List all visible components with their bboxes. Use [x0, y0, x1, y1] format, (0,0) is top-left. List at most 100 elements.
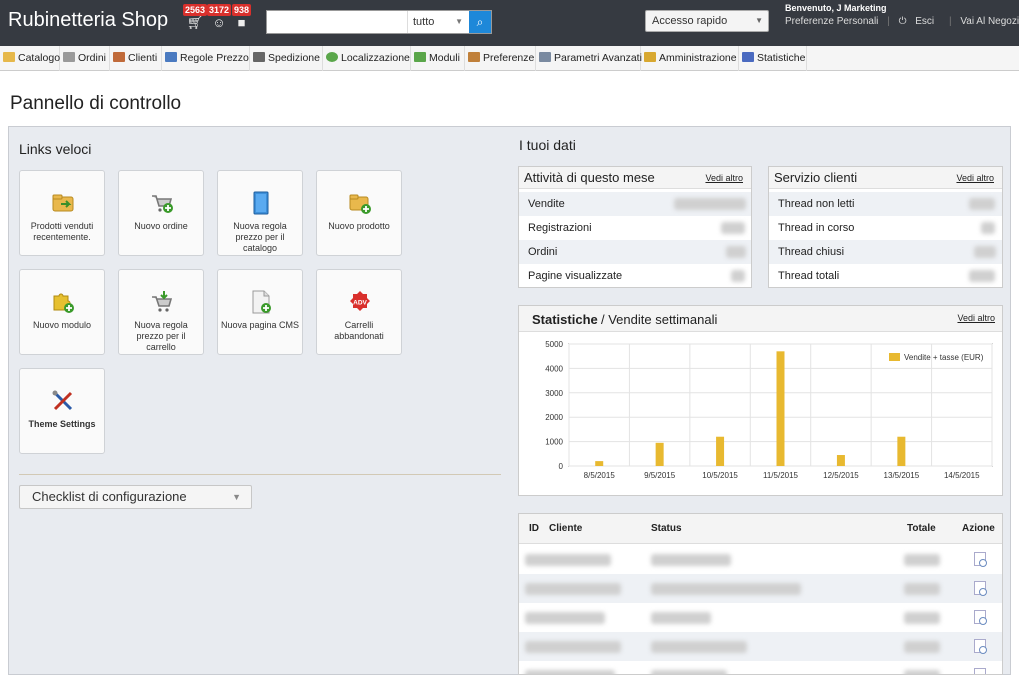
monthly-activity-more-link[interactable]: Vedi altro	[705, 167, 743, 189]
view-order-icon[interactable]	[974, 668, 986, 674]
menu-item-moduli[interactable]: Moduli	[411, 46, 465, 71]
table-row[interactable]	[519, 545, 1002, 574]
menu-item-regole-prezzo[interactable]: Regole Prezzo	[162, 46, 250, 71]
blurred-total	[904, 670, 940, 674]
tile-new-order[interactable]: Nuovo ordine	[118, 170, 204, 256]
menu-item-amministrazione[interactable]: Amministrazione	[641, 46, 739, 71]
stat-label: Vendite	[528, 198, 565, 210]
customer-service-more-link[interactable]: Vedi altro	[956, 167, 994, 189]
y-tick-label: 2000	[545, 413, 563, 422]
view-order-icon[interactable]	[974, 581, 987, 596]
checklist-label: Checklist di configurazione	[32, 489, 187, 504]
tile-new-product[interactable]: Nuovo prodotto	[316, 170, 402, 256]
messages-notification[interactable]: 938 ■	[232, 4, 252, 30]
chevron-down-icon: ▼	[455, 17, 463, 26]
tile-new-cart-rule[interactable]: Nuova regola prezzo per il carrello	[118, 269, 204, 355]
view-order-icon[interactable]	[974, 610, 987, 625]
menu-item-catalogo[interactable]: Catalogo	[0, 46, 60, 71]
user-name: J Marketing	[836, 3, 887, 13]
menu-item-parametri-avanzati[interactable]: Parametri Avanzati	[536, 46, 642, 71]
column-action: Azione	[962, 523, 995, 534]
tile-label: Nuova pagina CMS	[220, 320, 300, 330]
stat-row-orders: Ordini	[519, 240, 751, 264]
bar	[836, 455, 845, 466]
bar	[595, 461, 604, 466]
tile-new-module[interactable]: Nuovo modulo	[19, 269, 105, 355]
price-rule-icon	[165, 52, 177, 62]
x-tick-label: 9/5/2015	[644, 471, 676, 480]
menu-label: Preferenze	[483, 52, 535, 64]
menu-label: Moduli	[429, 52, 460, 64]
stat-label: Thread non letti	[778, 198, 855, 210]
table-row[interactable]	[519, 603, 1002, 632]
table-row[interactable]	[519, 632, 1002, 661]
view-order-icon[interactable]	[974, 639, 987, 654]
blurred-total	[904, 641, 940, 653]
menu-item-localizzazione[interactable]: Localizzazione	[323, 46, 411, 71]
bar	[716, 436, 725, 466]
view-order-icon[interactable]	[974, 552, 987, 567]
menu-item-spedizione[interactable]: Spedizione	[250, 46, 323, 71]
logout-link[interactable]: ⏻ Esci	[899, 16, 941, 27]
recent-orders-table: ID Cliente Status Totale Azione	[518, 513, 1003, 675]
tile-label: Prodotti venduti recentemente.	[30, 221, 94, 242]
tile-recent-products[interactable]: Prodotti venduti recentemente.	[19, 170, 105, 256]
menu-label: Amministrazione	[659, 52, 737, 64]
blurred-value	[726, 246, 746, 258]
folder-icon	[3, 52, 15, 62]
chart-more-link[interactable]: Vedi altro	[957, 313, 995, 323]
stat-label: Thread chiusi	[778, 246, 845, 258]
tile-label: Nuovo prodotto	[328, 221, 390, 231]
quick-access-label: Accesso rapido	[652, 15, 728, 27]
blurred-customer	[525, 641, 621, 653]
tile-new-catalog-rule[interactable]: Nuova regola prezzo per il catalogo	[217, 170, 303, 256]
blurred-customer	[525, 554, 611, 566]
user-icon: ☺	[212, 15, 226, 30]
chevron-down-icon: ▼	[232, 492, 241, 502]
store-link[interactable]: Vai Al Negozio	[960, 16, 1019, 27]
puzzle-icon	[414, 52, 426, 62]
x-tick-label: 14/5/2015	[944, 471, 980, 480]
blurred-total	[904, 583, 940, 595]
bar	[776, 351, 785, 466]
preferences-link[interactable]: Preferenze Personali	[785, 16, 878, 27]
table-row[interactable]	[519, 661, 1002, 674]
bar-chart-icon	[742, 52, 754, 62]
x-tick-label: 8/5/2015	[584, 471, 616, 480]
menu-item-clienti[interactable]: Clienti	[110, 46, 162, 71]
menu-label: Spedizione	[268, 52, 320, 64]
chevron-down-icon: ▼	[755, 16, 763, 25]
tile-theme-settings[interactable]: Theme Settings	[19, 368, 105, 454]
customer-service-title: Servizio clienti	[774, 170, 858, 185]
table-row[interactable]	[519, 574, 1002, 603]
legend-swatch	[889, 353, 900, 361]
customers-notification[interactable]: 3172 ☺	[207, 4, 232, 30]
orders-notification[interactable]: 2563 🛒︎	[183, 4, 208, 30]
tile-abandoned-carts[interactable]: ADV Carrelli abbandonati	[316, 269, 402, 355]
blurred-total	[904, 612, 940, 624]
search-button[interactable]: ⌕	[469, 11, 491, 33]
x-tick-label: 13/5/2015	[884, 471, 920, 480]
tile-new-cms-page[interactable]: Nuova pagina CMS	[217, 269, 303, 355]
globe-icon	[326, 52, 338, 62]
divider	[19, 474, 501, 475]
x-tick-label: 11/5/2015	[763, 471, 799, 480]
blurred-value	[969, 198, 995, 210]
search-input[interactable]	[267, 11, 405, 33]
setup-checklist-dropdown[interactable]: Checklist di configurazione ▼	[19, 485, 252, 509]
menu-item-statistiche[interactable]: Statistiche	[739, 46, 807, 71]
power-icon: ⏻	[898, 16, 907, 27]
menu-item-ordini[interactable]: Ordini	[60, 46, 110, 71]
recent-products-icon	[52, 194, 74, 212]
column-total: Totale	[907, 523, 936, 534]
blurred-value	[674, 198, 746, 210]
y-tick-label: 3000	[545, 389, 563, 398]
blurred-status	[651, 612, 711, 624]
new-order-icon	[152, 195, 173, 213]
blurred-customer	[525, 670, 615, 674]
quick-access-select[interactable]: Accesso rapido ▼	[645, 10, 769, 32]
column-customer: Cliente	[549, 523, 583, 534]
menu-item-preferenze[interactable]: Preferenze	[465, 46, 536, 71]
search-scope-select[interactable]: tutto ▼	[407, 11, 467, 33]
shop-name[interactable]: Rubinetteria Shop	[8, 9, 168, 32]
